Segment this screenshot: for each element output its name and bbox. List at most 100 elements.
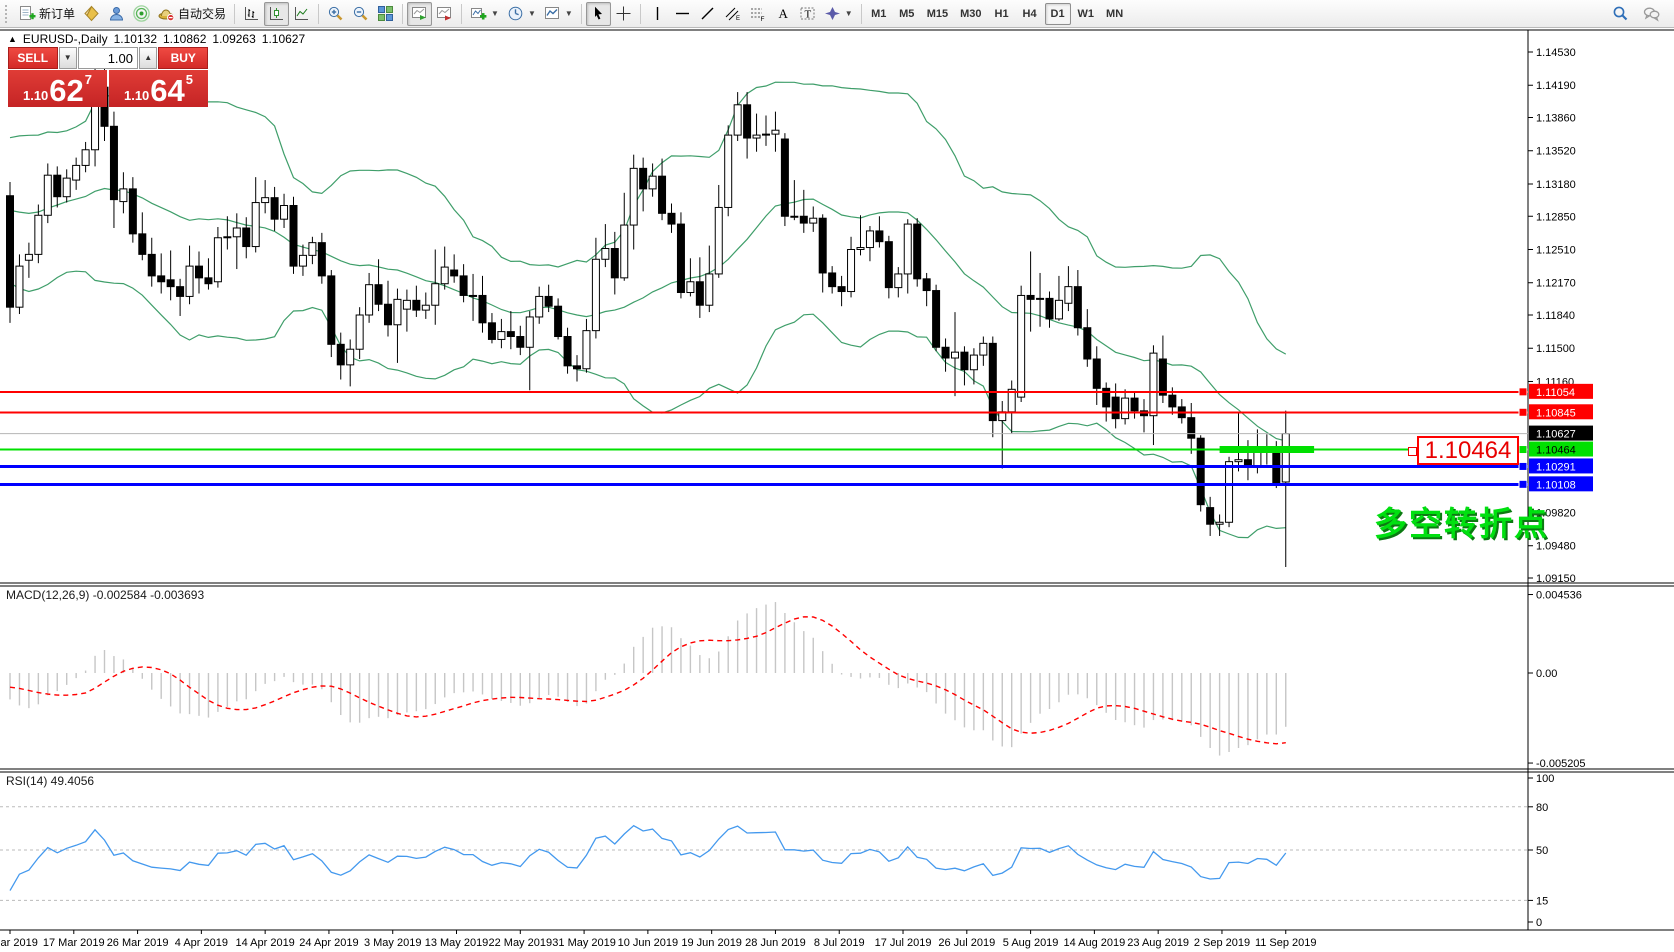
timeframe-button-W1[interactable]: W1 bbox=[1073, 3, 1100, 25]
level-line-handle[interactable] bbox=[1408, 447, 1417, 456]
ohlc-close: 1.10627 bbox=[262, 32, 305, 46]
buy-price-button[interactable]: 1.10 64 5 bbox=[109, 70, 208, 107]
svg-text:1.10108: 1.10108 bbox=[1536, 479, 1576, 491]
timeframe-button-MN[interactable]: MN bbox=[1101, 3, 1128, 25]
line-anchor-marker[interactable] bbox=[1519, 408, 1527, 416]
channel-icon: E bbox=[724, 5, 741, 22]
line-anchor-marker[interactable] bbox=[1519, 480, 1527, 488]
timeframe-button-M30[interactable]: M30 bbox=[955, 3, 986, 25]
text-label-button[interactable]: T bbox=[795, 2, 820, 26]
profile-button[interactable] bbox=[104, 2, 129, 26]
price-label-1.10108: 1.10108 bbox=[1529, 476, 1593, 491]
timeframe-button-D1[interactable]: D1 bbox=[1045, 3, 1071, 25]
line-anchor-marker[interactable] bbox=[1519, 388, 1527, 396]
turning-point-annotation[interactable]: 多空转折点 bbox=[1374, 497, 1549, 545]
svg-text:24 Apr 2019: 24 Apr 2019 bbox=[299, 937, 358, 949]
zoom-out-icon bbox=[352, 5, 369, 22]
auto-scroll-button[interactable] bbox=[407, 2, 432, 26]
candlestick-chart-button[interactable] bbox=[264, 2, 289, 26]
buy-button[interactable]: BUY bbox=[158, 47, 208, 69]
chat-button[interactable] bbox=[1639, 2, 1664, 26]
svg-text:0: 0 bbox=[1536, 917, 1542, 929]
svg-text:26 Mar 2019: 26 Mar 2019 bbox=[107, 937, 169, 949]
chart-canvas[interactable]: 1.145301.141901.138601.135201.131801.128… bbox=[0, 0, 1674, 952]
svg-text:15: 15 bbox=[1536, 895, 1548, 907]
chart-shift-icon bbox=[436, 5, 453, 22]
toolbar-grip[interactable] bbox=[5, 5, 12, 23]
timeframe-button-H4[interactable]: H4 bbox=[1017, 3, 1043, 25]
trendline-button[interactable] bbox=[695, 2, 720, 26]
dropdown-caret: ▼ bbox=[491, 9, 499, 18]
svg-text:80: 80 bbox=[1536, 802, 1548, 814]
timeframe-button-H1[interactable]: H1 bbox=[989, 3, 1015, 25]
svg-text:10 Jun 2019: 10 Jun 2019 bbox=[618, 937, 679, 949]
svg-text:1.12850: 1.12850 bbox=[1536, 211, 1576, 223]
svg-text:28 Jun 2019: 28 Jun 2019 bbox=[745, 937, 806, 949]
svg-text:1.13520: 1.13520 bbox=[1536, 146, 1576, 158]
sell-price-small: 1.10 bbox=[23, 88, 48, 103]
crosshair-icon bbox=[615, 5, 632, 22]
clock-icon bbox=[507, 5, 524, 22]
svg-text:5 Aug 2019: 5 Aug 2019 bbox=[1003, 937, 1059, 949]
chat-icon bbox=[1643, 5, 1660, 22]
svg-text:-0.005205: -0.005205 bbox=[1536, 758, 1586, 770]
chart-shift-button[interactable] bbox=[432, 2, 457, 26]
svg-text:3 May 2019: 3 May 2019 bbox=[364, 937, 421, 949]
new-order-button[interactable]: 新订单 bbox=[15, 2, 79, 26]
macd-histogram bbox=[10, 602, 1286, 756]
indicators-icon bbox=[470, 5, 487, 22]
vertical-line-button[interactable] bbox=[645, 2, 670, 26]
zoom-out-button[interactable] bbox=[348, 2, 373, 26]
market-watch-icon bbox=[83, 5, 100, 22]
fibonacci-icon: F bbox=[749, 5, 766, 22]
zoom-in-button[interactable] bbox=[323, 2, 348, 26]
market-watch-button[interactable] bbox=[79, 2, 104, 26]
fibonacci-button[interactable]: F bbox=[745, 2, 770, 26]
svg-text:14 Apr 2019: 14 Apr 2019 bbox=[235, 937, 294, 949]
price-level-callout[interactable]: 1.10464 bbox=[1417, 436, 1519, 465]
svg-text:T: T bbox=[804, 9, 811, 21]
line-anchor-marker[interactable] bbox=[1519, 462, 1527, 470]
bar-chart-icon bbox=[243, 5, 260, 22]
arrows-button[interactable]: ▼ bbox=[820, 2, 857, 26]
ohlc-low: 1.09263 bbox=[212, 32, 255, 46]
toolbar-separator bbox=[318, 4, 319, 24]
horizontal-line-button[interactable] bbox=[670, 2, 695, 26]
auto-trading-button[interactable]: 自动交易 bbox=[154, 2, 230, 26]
templates-button[interactable]: ▼ bbox=[540, 2, 577, 26]
volume-input[interactable] bbox=[78, 47, 138, 69]
one-click-trading-panel: SELL ▼ ▲ BUY 1.10 62 7 1.10 64 5 bbox=[8, 47, 208, 107]
horizontal-line-icon bbox=[674, 5, 691, 22]
price-label-1.10291: 1.10291 bbox=[1529, 458, 1593, 473]
toolbar-separator bbox=[861, 4, 862, 24]
cursor-button[interactable] bbox=[586, 2, 611, 26]
crosshair-button[interactable] bbox=[611, 2, 636, 26]
timeframe-button-M1[interactable]: M1 bbox=[866, 3, 892, 25]
timeframe-button-M5[interactable]: M5 bbox=[894, 3, 920, 25]
svg-text:1.10291: 1.10291 bbox=[1536, 461, 1576, 473]
buy-price-big: 64 bbox=[150, 76, 184, 106]
search-button[interactable] bbox=[1608, 2, 1633, 26]
periods-button[interactable]: ▼ bbox=[503, 2, 540, 26]
candles bbox=[7, 57, 1290, 567]
signals-button[interactable] bbox=[129, 2, 154, 26]
auto-trading-label: 自动交易 bbox=[178, 5, 226, 22]
chart-header: ▲ EURUSD-,Daily 1.10132 1.10862 1.09263 … bbox=[8, 32, 305, 46]
svg-text:17 Jul 2019: 17 Jul 2019 bbox=[875, 937, 932, 949]
text-button[interactable]: A bbox=[770, 2, 795, 26]
tile-windows-button[interactable] bbox=[373, 2, 398, 26]
arrows-icon bbox=[824, 5, 841, 22]
line-anchor-marker[interactable] bbox=[1519, 446, 1527, 454]
timeframe-button-M15[interactable]: M15 bbox=[922, 3, 953, 25]
price-label-1.11054: 1.11054 bbox=[1529, 384, 1593, 399]
indicators-button[interactable]: ▼ bbox=[466, 2, 503, 26]
sell-button[interactable]: SELL bbox=[8, 47, 58, 69]
line-chart-button[interactable] bbox=[289, 2, 314, 26]
equidistant-channel-button[interactable]: E bbox=[720, 2, 745, 26]
collapse-arrow-icon[interactable]: ▲ bbox=[8, 34, 17, 44]
sell-price-button[interactable]: 1.10 62 7 bbox=[8, 70, 107, 107]
svg-text:0.00: 0.00 bbox=[1536, 668, 1557, 680]
volume-increase-button[interactable]: ▲ bbox=[139, 47, 157, 69]
bar-chart-button[interactable] bbox=[239, 2, 264, 26]
volume-decrease-button[interactable]: ▼ bbox=[59, 47, 77, 69]
